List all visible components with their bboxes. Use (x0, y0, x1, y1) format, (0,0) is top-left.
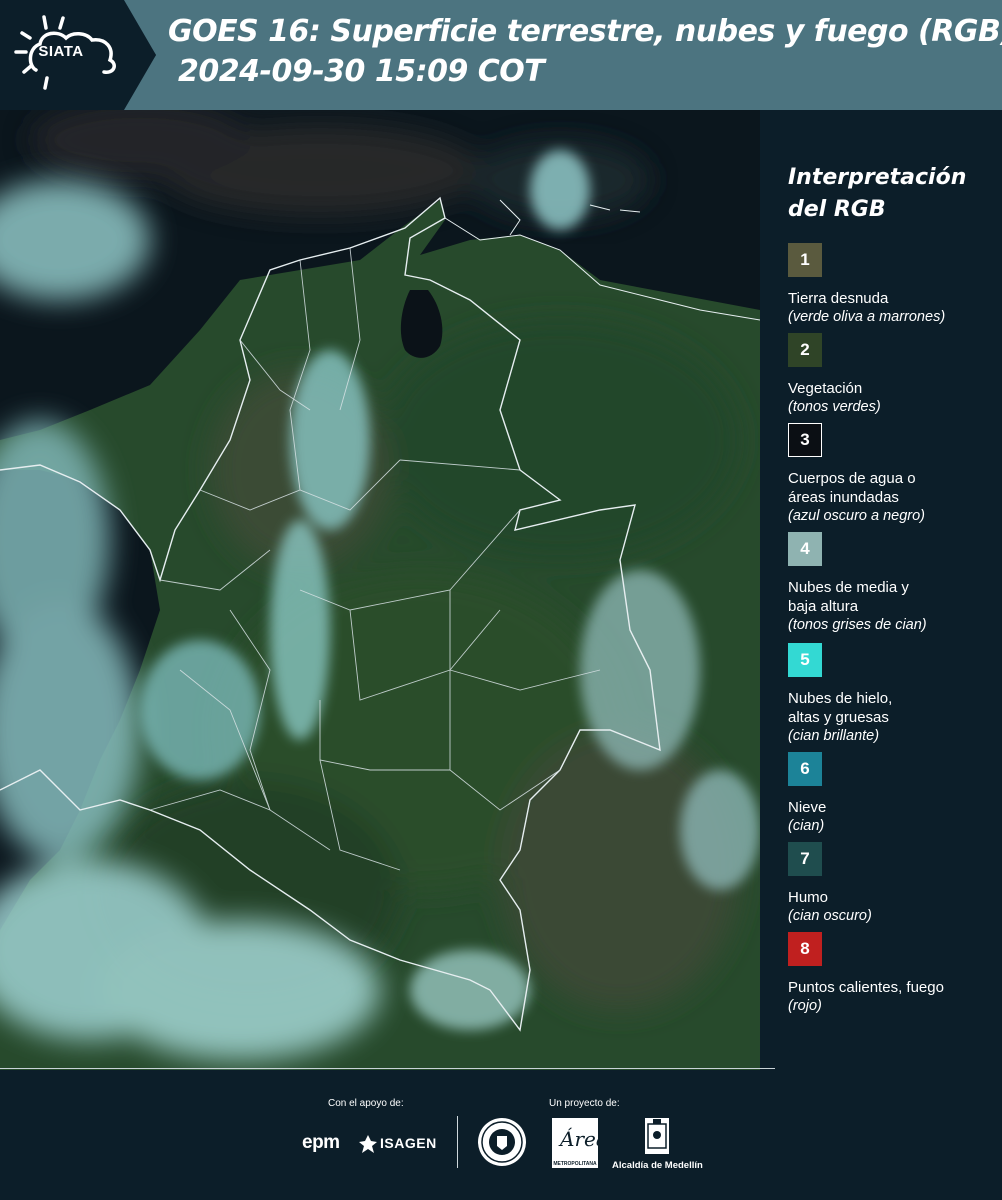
legend-description: (tonos verdes) (788, 399, 881, 415)
legend: Interpretación del RGB 1 Tierra desnuda … (760, 110, 1002, 1068)
satellite-map (0, 110, 760, 1070)
legend-label: Puntos calientes, fuego (788, 979, 944, 996)
legend-swatch: 5 (788, 643, 822, 677)
legend-description: (cian oscuro) (788, 908, 872, 924)
support-caption: Con el apoyo de: (328, 1098, 404, 1109)
legend-swatch: 6 (788, 752, 822, 786)
legend-swatch: 3 (788, 423, 822, 457)
legend-label: Nieve (788, 799, 827, 816)
footer-divider (457, 1116, 458, 1168)
legend-label: Vegetación (788, 380, 863, 397)
legend-swatch: 4 (788, 532, 822, 566)
area-metropolitana-caption: METROPOLITANA (553, 1161, 597, 1167)
legend-number: 1 (800, 250, 810, 269)
legend-swatch: 2 (788, 333, 822, 367)
legend-title: Interpretación del RGB (788, 165, 967, 222)
legend-label: Tierra desnuda (788, 290, 889, 307)
legend-item: 1 Tierra desnuda (verde oliva a marrones… (788, 243, 993, 327)
legend-item: 6 Nieve (cian) (788, 752, 993, 836)
alcaldia-caption: Alcaldía de Medellín (612, 1160, 703, 1171)
svg-text:Área: Área (558, 1127, 598, 1151)
legend-item: 4 Nubes de media y baja altura (tonos gr… (788, 532, 993, 635)
legend-number: 5 (800, 650, 810, 669)
legend-item: 8 Puntos calientes, fuego (rojo) (788, 932, 993, 1016)
page-title: GOES 16: Superficie terrestre, nubes y f… (168, 14, 1002, 49)
legend-item: 2 Vegetación (tonos verdes) (788, 333, 993, 417)
legend-label: Nubes de media y baja altura (788, 579, 909, 615)
legend-number: 7 (800, 849, 810, 868)
timestamp: 2024-09-30 15:09 COT (178, 54, 545, 89)
legend-number: 6 (800, 759, 810, 778)
map-frame-line (0, 1068, 775, 1069)
legend-swatch: 8 (788, 932, 822, 966)
legend-description: (rojo) (788, 998, 822, 1014)
isagen-logo: ISAGEN (380, 1135, 437, 1151)
legend-label: Cuerpos de agua o áreas inundadas (788, 470, 916, 506)
legend-description: (verde oliva a marrones) (788, 309, 946, 325)
coat-of-arms-icon (645, 1118, 669, 1154)
legend-description: (azul oscuro a negro) (788, 508, 926, 524)
epm-logo: epm (302, 1132, 340, 1153)
siata-logo-text: SIATA (38, 43, 84, 60)
legend-number: 2 (800, 340, 810, 359)
legend-number: 3 (800, 430, 810, 449)
legend-swatch: 7 (788, 842, 822, 876)
project-caption: Un proyecto de: (549, 1098, 620, 1109)
legend-description: (cian) (788, 818, 825, 834)
legend-description: (cian brillante) (788, 728, 880, 744)
university-seal-icon (478, 1118, 526, 1166)
legend-item: 3 Cuerpos de agua o áreas inundadas (azu… (788, 423, 993, 526)
legend-label: Humo (788, 889, 829, 906)
legend-number: 4 (800, 539, 810, 558)
siata-logo: SIATA (0, 0, 160, 110)
satellite-image (0, 110, 760, 1070)
legend-label: Nubes de hielo, altas y gruesas (788, 690, 893, 726)
isagen-icon (359, 1135, 377, 1153)
header: SIATA GOES 16: Superficie terrestre, nub… (0, 0, 1002, 110)
legend-swatch: 1 (788, 243, 822, 277)
legend-number: 8 (800, 939, 810, 958)
footer: Con el apoyo de: Un proyecto de: epm ISA… (0, 1070, 1002, 1200)
legend-item: 5 Nubes de hielo, altas y gruesas (cian … (788, 643, 993, 746)
legend-item: 7 Humo (cian oscuro) (788, 842, 993, 926)
legend-description: (tonos grises de cian) (788, 617, 927, 633)
